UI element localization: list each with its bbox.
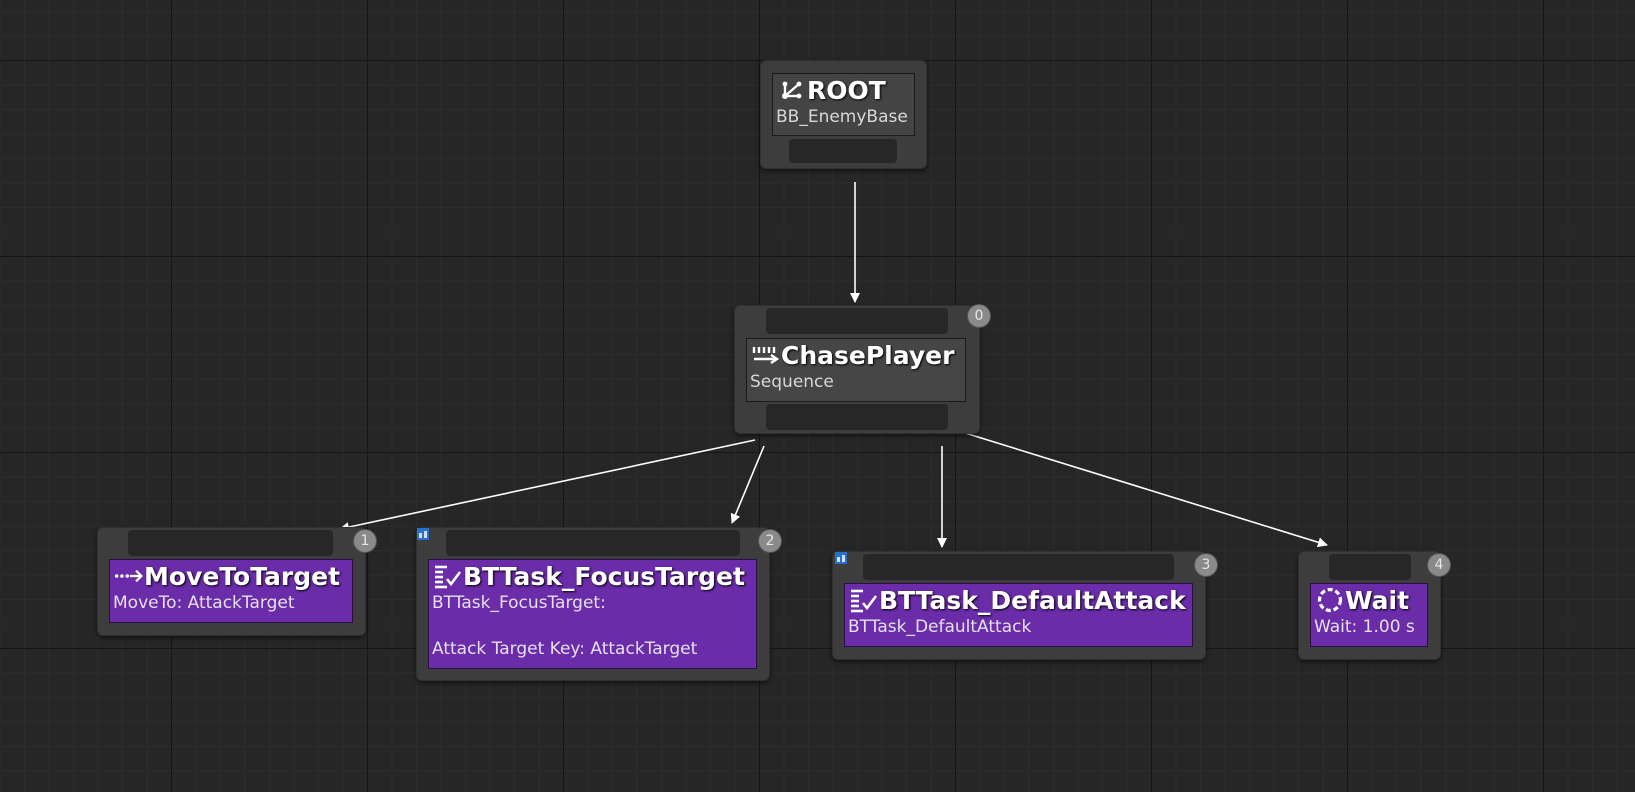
wait-body: Wait Wait: 1.00 s <box>1310 583 1428 647</box>
default-attack-subtitle: BTTask_DefaultAttack <box>848 617 1032 637</box>
task-icon <box>849 587 879 613</box>
wait-title: Wait <box>1345 585 1410 615</box>
chase-player-output-pin[interactable] <box>766 404 948 430</box>
wire-chase-wait <box>964 432 1328 548</box>
execution-index-badge: 0 <box>967 304 991 328</box>
behavior-tree-graph[interactable]: ROOT BB_EnemyBase ChasePlayer Sequence 0 <box>0 0 1635 792</box>
move-to-target-subtitle: MoveTo: AttackTarget <box>113 593 295 613</box>
focus-target-title: BTTask_FocusTarget <box>463 561 745 591</box>
move-to-target-body: MoveToTarget MoveTo: AttackTarget <box>109 559 353 623</box>
chase-player-body: ChasePlayer Sequence <box>746 338 966 402</box>
wait-input-pin[interactable] <box>1329 554 1411 580</box>
default-attack-title: BTTask_DefaultAttack <box>879 585 1186 615</box>
root-output-pin[interactable] <box>789 139 897 163</box>
execution-index-badge: 1 <box>353 529 377 553</box>
decorator-flag-icon <box>835 552 847 564</box>
default-attack-body: BTTask_DefaultAttack BTTask_DefaultAttac… <box>844 583 1193 647</box>
focus-target-node[interactable]: BTTask_FocusTarget BTTask_FocusTarget: A… <box>416 527 782 681</box>
focus-target-input-pin[interactable] <box>446 530 740 556</box>
execution-index-badge: 3 <box>1194 553 1218 577</box>
chase-player-node[interactable]: ChasePlayer Sequence 0 <box>734 304 991 434</box>
focus-target-body: BTTask_FocusTarget BTTask_FocusTarget: A… <box>428 559 757 669</box>
wire-chase-move <box>339 439 756 533</box>
root-branch-icon <box>777 77 807 103</box>
chase-player-subtitle: Sequence <box>750 372 834 392</box>
chase-player-title: ChasePlayer <box>781 340 955 370</box>
move-to-icon <box>114 563 144 589</box>
move-to-target-title: MoveToTarget <box>144 561 341 591</box>
focus-target-detail: Attack Target Key: AttackTarget <box>432 639 698 659</box>
execution-index-badge: 2 <box>758 529 782 553</box>
move-to-target-node[interactable]: MoveToTarget MoveTo: AttackTarget 1 <box>97 527 377 636</box>
wire-chase-focus <box>730 445 765 524</box>
execution-index-badge: 4 <box>1427 553 1451 577</box>
chase-player-input-pin[interactable] <box>766 308 948 334</box>
root-node-body: ROOT BB_EnemyBase <box>772 73 915 136</box>
root-subtitle: BB_EnemyBase <box>776 107 908 127</box>
root-title: ROOT <box>807 75 886 105</box>
wait-icon <box>1315 587 1345 613</box>
default-attack-node[interactable]: BTTask_DefaultAttack BTTask_DefaultAttac… <box>832 551 1218 660</box>
root-node[interactable]: ROOT BB_EnemyBase <box>760 60 927 169</box>
wait-node[interactable]: Wait Wait: 1.00 s 4 <box>1298 551 1451 660</box>
move-to-target-input-pin[interactable] <box>128 530 333 556</box>
decorator-flag-icon <box>417 528 429 540</box>
focus-target-subtitle: BTTask_FocusTarget: <box>432 593 606 613</box>
wait-subtitle: Wait: 1.00 s <box>1314 617 1415 637</box>
default-attack-input-pin[interactable] <box>863 554 1174 580</box>
task-icon <box>433 563 463 589</box>
sequence-icon <box>751 342 781 368</box>
